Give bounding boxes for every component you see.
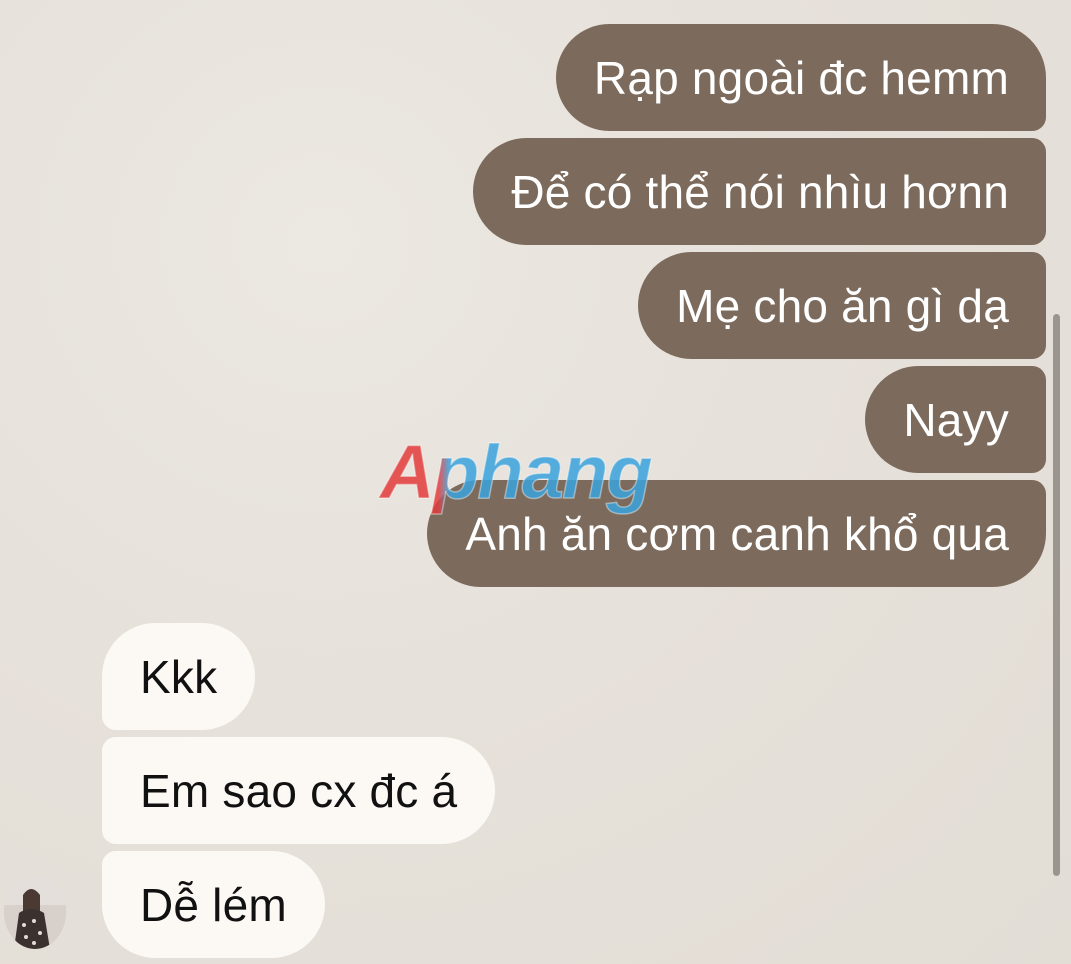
message-text: Để có thể nói nhìu hơnn xyxy=(511,165,1009,218)
message-text: Em sao cx đc á xyxy=(140,764,458,817)
sent-message-bubble[interactable]: Rạp ngoài đc hemm xyxy=(555,24,1046,131)
message-text: Anh ăn cơm canh khổ qua xyxy=(465,507,1009,560)
scrollbar-thumb[interactable] xyxy=(1053,314,1060,876)
contact-avatar-photo-icon xyxy=(4,875,66,949)
message-text: Mẹ cho ăn gì dạ xyxy=(676,279,1009,332)
contact-avatar[interactable] xyxy=(4,875,66,949)
received-message-bubble[interactable]: Dễ lém xyxy=(102,851,325,958)
sent-message-bubble[interactable]: Để có thể nói nhìu hơnn xyxy=(473,138,1046,245)
received-message-bubble[interactable]: Kkk xyxy=(102,623,256,730)
sent-message-bubble[interactable]: Nayy xyxy=(865,366,1046,473)
received-message-bubble[interactable]: Em sao cx đc á xyxy=(102,737,496,844)
message-text: Nayy xyxy=(903,393,1009,446)
sent-message-bubble[interactable]: Mẹ cho ăn gì dạ xyxy=(638,252,1046,359)
message-text: Dễ lém xyxy=(140,878,287,931)
message-text: Rạp ngoài đc hemm xyxy=(593,51,1009,104)
chat-message-list[interactable]: Rạp ngoài đc hemm Để có thể nói nhìu hơn… xyxy=(0,0,1071,964)
sent-message-bubble[interactable]: Anh ăn cơm canh khổ qua xyxy=(427,480,1046,587)
message-text: Kkk xyxy=(140,650,218,703)
